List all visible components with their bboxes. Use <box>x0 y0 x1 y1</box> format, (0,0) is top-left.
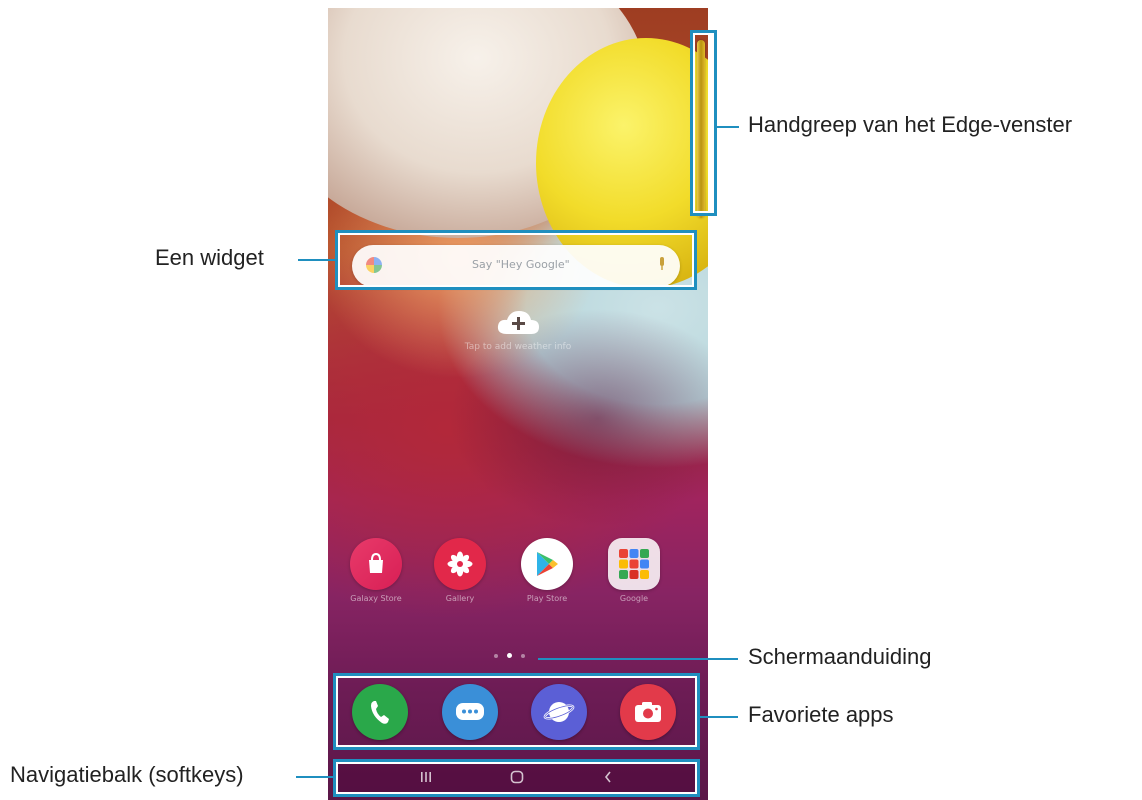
page-indicator <box>494 653 525 658</box>
screen-indicator-callout: Schermaanduiding <box>748 644 932 669</box>
highlight-inner-border <box>693 33 714 213</box>
highlight-inner-border <box>336 676 697 747</box>
app-label: Gallery <box>445 594 475 603</box>
app-galaxy-store[interactable]: Galaxy Store <box>346 538 406 603</box>
app-label: Google <box>619 594 649 603</box>
page-dot <box>521 653 525 658</box>
app-play-store[interactable]: Play Store <box>517 538 577 603</box>
app-label: Galaxy Store <box>350 594 402 603</box>
navigation-bar-highlight <box>333 759 700 797</box>
favorite-apps-highlight <box>333 673 700 750</box>
navigation-bar-callout: Navigatiebalk (softkeys) <box>10 762 244 787</box>
gallery-icon <box>434 538 486 590</box>
cloud-add-icon <box>495 308 541 338</box>
app-label: Play Store <box>526 594 568 603</box>
app-gallery[interactable]: Gallery <box>430 538 490 603</box>
app-google-folder[interactable]: Google <box>604 538 664 603</box>
widget-highlight <box>335 230 697 290</box>
edge-handle-highlight <box>690 30 717 216</box>
weather-widget[interactable]: Tap to add weather info <box>428 308 608 352</box>
page-dot <box>494 653 498 658</box>
edge-handle-callout-line <box>717 126 739 128</box>
highlight-inner-border <box>338 233 694 287</box>
navigation-bar-callout-line <box>296 776 333 778</box>
favorite-apps-callout: Favoriete apps <box>748 702 894 727</box>
edge-handle-callout: Handgreep van het Edge-venster <box>748 112 1073 137</box>
screen-indicator-callout-line <box>538 658 738 660</box>
galaxy-store-icon <box>350 538 402 590</box>
widget-callout-line <box>298 259 335 261</box>
widget-callout: Een widget <box>155 245 264 270</box>
google-folder-icon <box>608 538 660 590</box>
highlight-inner-border <box>336 762 697 794</box>
weather-label: Tap to add weather info <box>464 342 572 352</box>
play-store-icon <box>521 538 573 590</box>
page-dot-active <box>507 653 512 658</box>
favorite-apps-callout-line <box>700 716 738 718</box>
